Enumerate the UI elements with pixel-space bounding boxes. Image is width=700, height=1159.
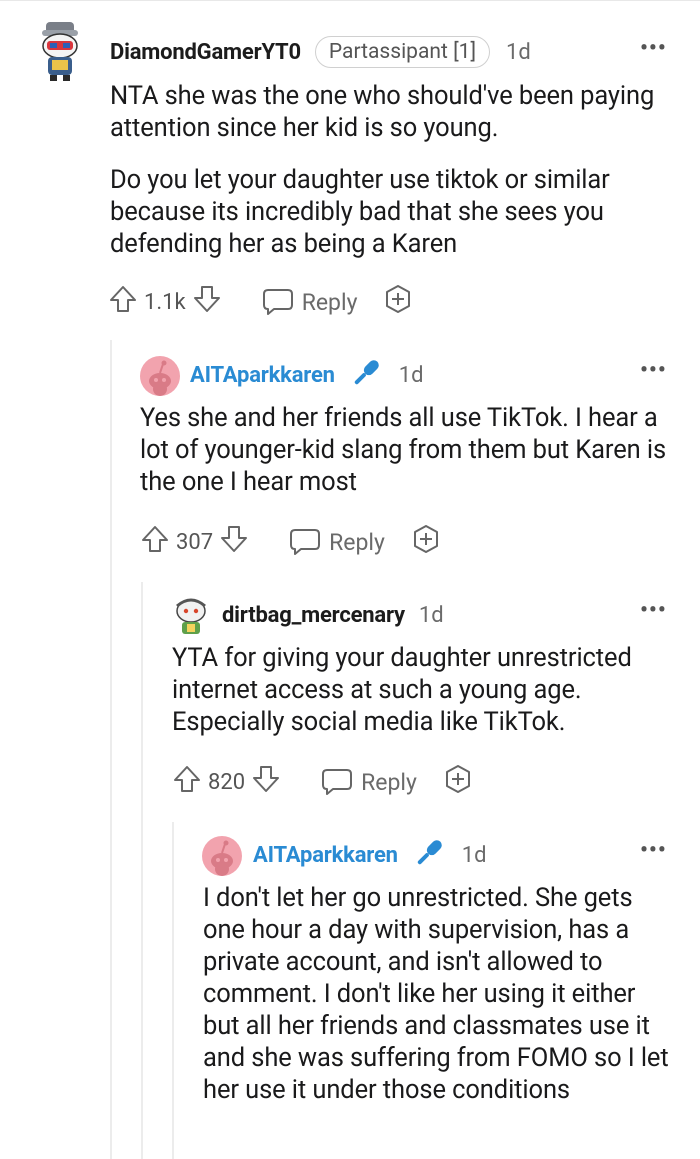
reply-bubble-icon [290, 529, 321, 555]
vote-count: 820 [208, 769, 246, 795]
award-plus-icon[interactable] [443, 764, 473, 800]
comment-body: NTA she was the one who should've been p… [110, 80, 670, 260]
reply-label: Reply [361, 768, 417, 796]
comment-age: 1d [461, 842, 487, 868]
comment-paragraph: Do you let your daughter use tiktok or s… [110, 165, 610, 259]
downvote-icon[interactable] [251, 764, 281, 800]
thread-line-level-1[interactable] [110, 340, 112, 1159]
reply-button[interactable]: Reply [289, 528, 385, 556]
username[interactable]: DiamondGamerYT0 [110, 40, 301, 65]
vote-count: 307 [176, 529, 214, 555]
avatar[interactable] [202, 836, 242, 876]
upvote-icon[interactable] [140, 524, 170, 560]
user-flair: Partassipant [1] [314, 36, 491, 68]
snoo-avatar-icon [176, 598, 206, 634]
comment-age: 1d [418, 602, 444, 628]
reply-button[interactable]: Reply [321, 768, 417, 796]
snoo-avatar-icon [42, 22, 78, 81]
downvote-icon[interactable] [219, 524, 249, 560]
thread-line-level-3[interactable] [172, 822, 174, 1159]
reply-button[interactable]: Reply [262, 288, 358, 316]
avatar[interactable] [38, 18, 82, 82]
comment-paragraph: YTA for giving your daughter unrestricte… [172, 643, 632, 737]
top-divider [0, 0, 700, 1]
more-options-button[interactable]: ••• [640, 838, 667, 863]
snoo-avatar-icon [211, 840, 233, 876]
more-options-button[interactable]: ••• [640, 36, 667, 61]
comment-paragraph: NTA she was the one who should've been p… [110, 81, 655, 143]
upvote-icon[interactable] [172, 764, 202, 800]
vote-count: 1.1k [144, 289, 186, 315]
more-options-button[interactable]: ••• [640, 358, 667, 383]
avatar[interactable] [172, 596, 210, 636]
reply-bubble-icon [262, 289, 293, 315]
avatar[interactable] [140, 356, 180, 396]
comment-body: Yes she and her friends all use TikTok. … [140, 402, 670, 498]
comment-paragraph: I don't let her go unrestricted. She get… [203, 883, 669, 1105]
username[interactable]: AITAparkkaren [190, 363, 335, 388]
reply-label: Reply [301, 288, 358, 316]
more-options-button[interactable]: ••• [640, 598, 667, 623]
downvote-icon[interactable] [192, 284, 222, 320]
op-microphone-icon [349, 356, 383, 394]
username[interactable]: dirtbag_mercenary [222, 603, 405, 628]
comment-age: 1d [506, 39, 531, 65]
upvote-icon[interactable] [108, 284, 138, 320]
reply-label: Reply [329, 528, 385, 556]
reply-bubble-icon [322, 769, 353, 795]
thread-line-level-2[interactable] [141, 582, 143, 1159]
op-microphone-icon [412, 836, 446, 874]
username[interactable]: AITAparkkaren [253, 843, 398, 868]
award-plus-icon[interactable] [411, 524, 441, 560]
comment-actions: 307 Reply [140, 522, 441, 562]
comment-body: I don't let her go unrestricted. She get… [203, 882, 673, 1106]
comment-body: YTA for giving your daughter unrestricte… [172, 642, 672, 738]
comment-actions: 1.1k Reply [108, 282, 413, 322]
snoo-avatar-icon [149, 360, 171, 396]
award-plus-icon[interactable] [383, 284, 413, 320]
comment-paragraph: Yes she and her friends all use TikTok. … [140, 403, 667, 497]
comment-actions: 820 Reply [172, 762, 473, 802]
comment-age: 1d [398, 362, 424, 388]
